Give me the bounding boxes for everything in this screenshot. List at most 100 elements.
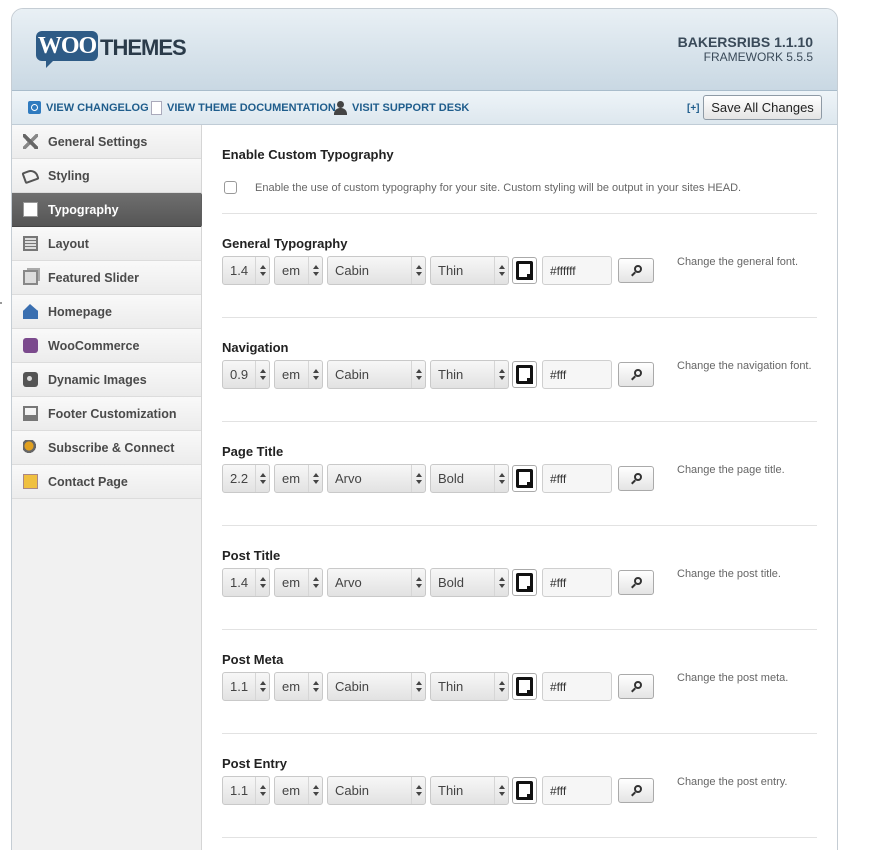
preview-button[interactable] — [618, 362, 654, 387]
font-face-select[interactable]: Arvo — [327, 568, 426, 597]
option-desc: Change the post entry. — [677, 776, 788, 788]
font-weight-value: Bold — [438, 471, 465, 486]
font-unit-value: em — [282, 679, 301, 694]
color-hex-input[interactable] — [542, 360, 612, 389]
magnifier-icon — [634, 473, 642, 481]
view-changelog-label: VIEW CHANGELOG — [46, 101, 149, 114]
sidebar-item-subscribe-connect[interactable]: Subscribe & Connect — [12, 431, 201, 465]
option-desc: Change the navigation font. — [677, 360, 812, 372]
font-option-general: 1.4 em Cabin Thin Change the general fon… — [222, 256, 822, 286]
swatch-corner-icon — [527, 274, 533, 280]
font-face-select[interactable]: Arvo — [327, 464, 426, 493]
color-picker-swatch[interactable] — [512, 673, 537, 700]
preview-button[interactable] — [618, 466, 654, 491]
font-size-select[interactable]: 1.1 — [222, 672, 270, 701]
changelog-icon — [28, 101, 41, 114]
preview-button[interactable] — [618, 258, 654, 283]
swatch-corner-icon — [527, 378, 533, 384]
font-weight-select[interactable]: Thin — [430, 256, 509, 285]
font-face-select[interactable]: Cabin — [327, 256, 426, 285]
expand-all-toggle[interactable]: [+] — [687, 103, 700, 114]
visit-support-link[interactable]: VISIT SUPPORT DESK — [334, 101, 469, 115]
font-weight-select[interactable]: Bold — [430, 568, 509, 597]
font-face-select[interactable]: Cabin — [327, 672, 426, 701]
color-picker-swatch[interactable] — [512, 465, 537, 492]
logo-themes-text: THEMES — [100, 35, 187, 60]
view-documentation-label: VIEW THEME DOCUMENTATION — [167, 102, 336, 114]
select-arrows-icon — [255, 257, 269, 284]
save-all-changes-button[interactable]: Save All Changes — [703, 95, 822, 120]
color-hex-input[interactable] — [542, 672, 612, 701]
preview-button[interactable] — [618, 674, 654, 699]
option-title: General Typography — [222, 236, 348, 251]
color-hex-input[interactable] — [542, 464, 612, 493]
toolbar: VIEW CHANGELOG VIEW THEME DOCUMENTATION … — [12, 91, 837, 125]
sidebar-item-label: General Settings — [48, 134, 148, 149]
enable-typography-checkbox[interactable] — [224, 181, 237, 194]
option-title: Post Entry — [222, 756, 288, 771]
color-picker-swatch[interactable] — [512, 777, 537, 804]
sidebar-item-label: Styling — [48, 168, 90, 183]
font-face-value: Cabin — [335, 679, 369, 694]
font-size-select[interactable]: 1.4 — [222, 256, 270, 285]
font-size-value: 1.1 — [230, 679, 249, 694]
select-arrows-icon — [494, 777, 508, 804]
color-hex-input[interactable] — [542, 568, 612, 597]
font-unit-select[interactable]: em — [274, 360, 323, 389]
color-picker-swatch[interactable] — [512, 569, 537, 596]
sidebar-item-dynamic-images[interactable]: Dynamic Images — [12, 363, 201, 397]
font-weight-select[interactable]: Bold — [430, 464, 509, 493]
sidebar-item-layout[interactable]: Layout — [12, 227, 201, 261]
select-arrows-icon — [411, 465, 425, 492]
font-weight-select[interactable]: Thin — [430, 672, 509, 701]
sidebar-item-label: Footer Customization — [48, 406, 177, 421]
color-picker-swatch[interactable] — [512, 257, 537, 284]
font-unit-select[interactable]: em — [274, 568, 323, 597]
sidebar-item-homepage[interactable]: Homepage — [12, 295, 201, 329]
color-picker-swatch[interactable] — [512, 361, 537, 388]
font-weight-value: Bold — [438, 575, 465, 590]
sidebar-item-footer-customization[interactable]: Footer Customization — [12, 397, 201, 431]
font-face-select[interactable]: Cabin — [327, 360, 426, 389]
font-size-select[interactable]: 1.1 — [222, 776, 270, 805]
select-arrows-icon — [255, 777, 269, 804]
font-face-value: Cabin — [335, 263, 369, 278]
user-icon — [334, 101, 347, 115]
view-documentation-link[interactable]: VIEW THEME DOCUMENTATION — [151, 101, 336, 115]
color-hex-input[interactable] — [542, 776, 612, 805]
select-arrows-icon — [308, 257, 322, 284]
sidebar-item-woocommerce[interactable]: WooCommerce — [12, 329, 201, 363]
woocommerce-icon — [23, 338, 38, 353]
font-unit-select[interactable]: em — [274, 672, 323, 701]
view-changelog-link[interactable]: VIEW CHANGELOG — [28, 101, 149, 114]
font-option-post-entry: 1.1 em Cabin Thin Change the post entry. — [222, 776, 822, 806]
preview-button[interactable] — [618, 570, 654, 595]
font-weight-select[interactable]: Thin — [430, 360, 509, 389]
font-weight-value: Thin — [438, 783, 464, 798]
woo-framework-panel: WOO THEMES BAKERSRIBS 1.1.10 FRAMEWORK 5… — [11, 8, 838, 850]
select-arrows-icon — [308, 569, 322, 596]
font-unit-value: em — [282, 263, 301, 278]
font-option-navigation: 0.9 em Cabin Thin Change the navigation … — [222, 360, 822, 390]
font-unit-select[interactable]: em — [274, 464, 323, 493]
select-arrows-icon — [494, 257, 508, 284]
font-size-select[interactable]: 0.9 — [222, 360, 270, 389]
font-size-select[interactable]: 2.2 — [222, 464, 270, 493]
font-weight-select[interactable]: Thin — [430, 776, 509, 805]
select-arrows-icon — [411, 777, 425, 804]
color-hex-input[interactable] — [542, 256, 612, 285]
sidebar-item-general-settings[interactable]: General Settings — [12, 125, 201, 159]
font-face-value: Cabin — [335, 783, 369, 798]
preview-button[interactable] — [618, 778, 654, 803]
sidebar-item-label: Layout — [48, 236, 89, 251]
font-face-select[interactable]: Cabin — [327, 776, 426, 805]
select-arrows-icon — [255, 673, 269, 700]
font-size-select[interactable]: 1.4 — [222, 568, 270, 597]
font-unit-select[interactable]: em — [274, 776, 323, 805]
sidebar-item-styling[interactable]: Styling — [12, 159, 201, 193]
sidebar-item-typography[interactable]: Typography — [12, 193, 212, 227]
sidebar-item-contact-page[interactable]: Contact Page — [12, 465, 201, 499]
font-unit-select[interactable]: em — [274, 256, 323, 285]
sidebar-item-featured-slider[interactable]: Featured Slider — [12, 261, 201, 295]
select-arrows-icon — [411, 361, 425, 388]
